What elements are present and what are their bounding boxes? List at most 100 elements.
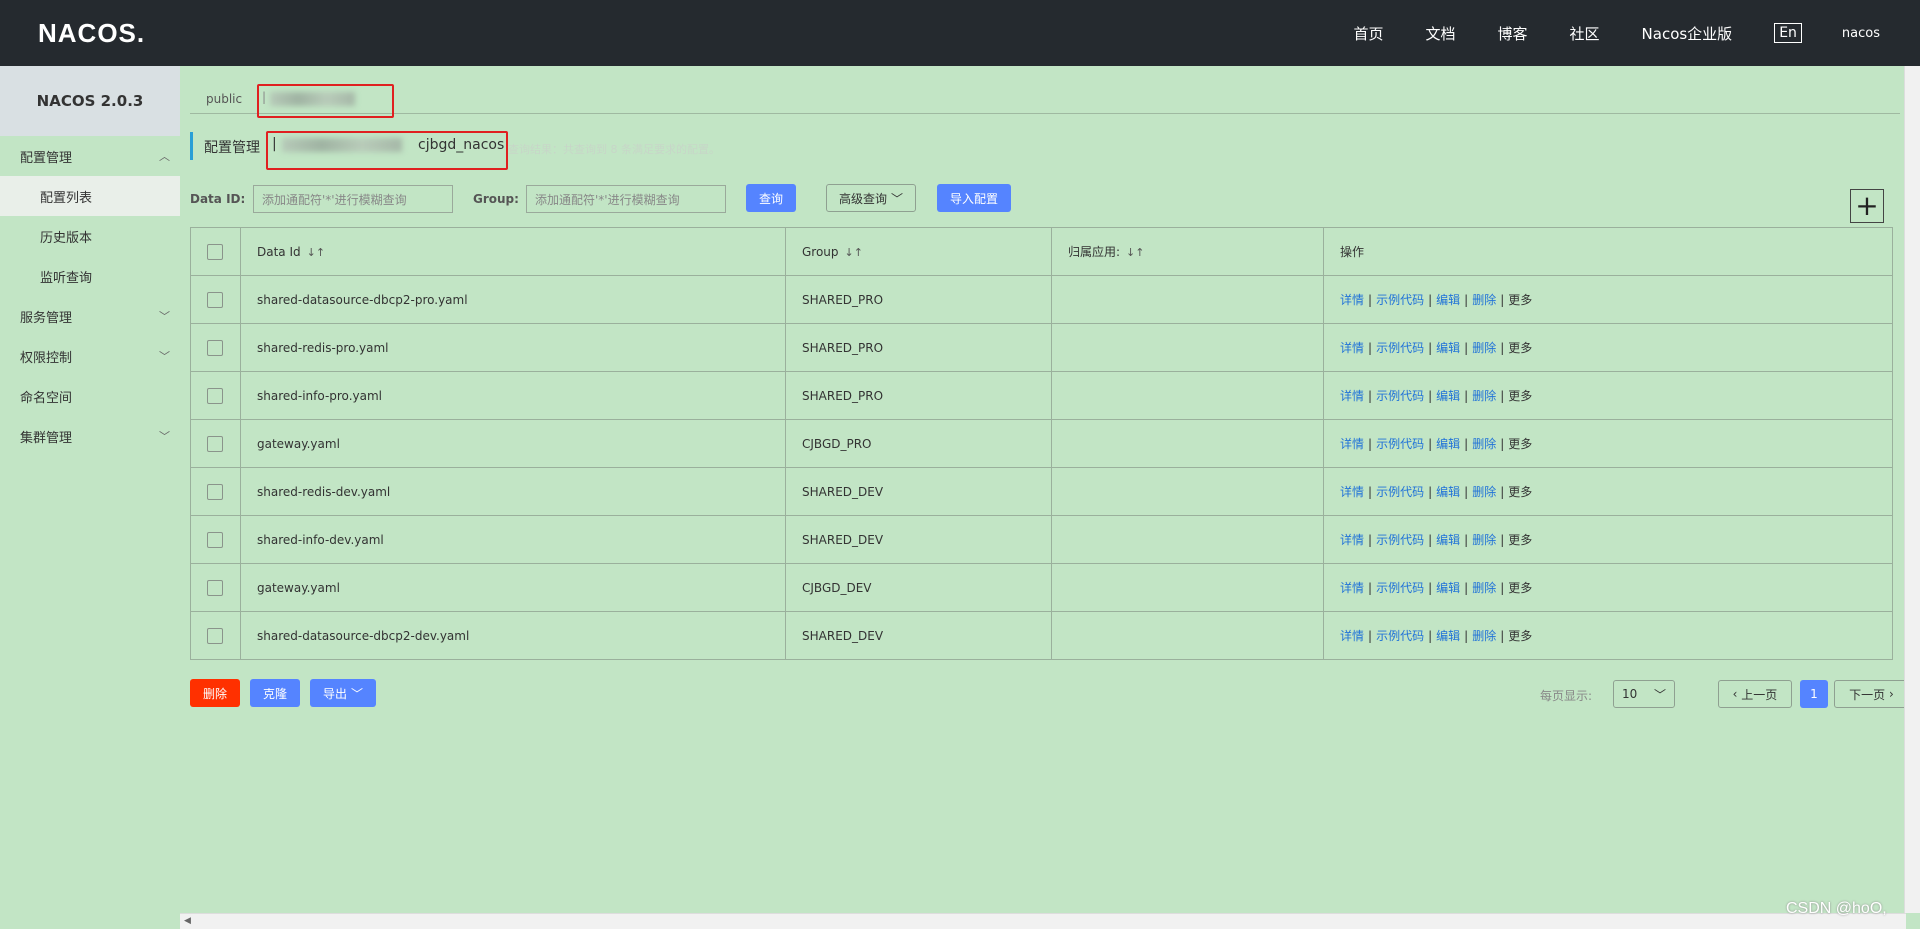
col-group[interactable]: Group ↓↑ [785,227,1052,276]
detail-link[interactable]: 详情 [1340,581,1364,595]
more-link[interactable]: 更多 [1508,389,1532,403]
horizontal-scrollbar[interactable]: ◀ [180,913,1906,929]
nav-home[interactable]: 首页 [1353,23,1383,44]
edit-link[interactable]: 编辑 [1436,485,1460,499]
more-link[interactable]: 更多 [1508,581,1532,595]
cell-app [1051,371,1324,420]
cell-app [1051,323,1324,372]
query-button[interactable]: 查询 [746,184,796,212]
more-link[interactable]: 更多 [1508,293,1532,307]
row-checkbox[interactable] [207,339,223,356]
row-checkbox[interactable] [207,483,223,500]
more-link[interactable]: 更多 [1508,533,1532,547]
op-separator: | [1428,581,1433,595]
more-link[interactable]: 更多 [1508,629,1532,643]
cell-group: SHARED_DEV [785,467,1052,516]
detail-link[interactable]: 详情 [1340,485,1364,499]
sidebar-item-config-list[interactable]: 配置列表 [0,176,180,216]
sample-code-link[interactable]: 示例代码 [1376,389,1424,403]
more-link[interactable]: 更多 [1508,485,1532,499]
delete-link[interactable]: 删除 [1472,293,1496,307]
delete-button[interactable]: 删除 [190,679,240,707]
add-config-button[interactable]: + [1850,189,1884,223]
scroll-left-icon[interactable]: ◀ [184,916,191,926]
row-checkbox[interactable] [207,531,223,548]
nav-docs[interactable]: 文档 [1425,23,1455,44]
clone-button[interactable]: 克隆 [250,679,300,707]
language-toggle[interactable]: En [1774,23,1802,43]
edit-link[interactable]: 编辑 [1436,341,1460,355]
cell-group: SHARED_PRO [785,275,1052,324]
delete-link[interactable]: 删除 [1472,437,1496,451]
col-app[interactable]: 归属应用: ↓↑ [1051,227,1324,276]
sidebar-group-config[interactable]: 配置管理 ︿ [0,136,180,176]
vertical-scrollbar[interactable] [1904,66,1920,913]
select-all-checkbox[interactable] [207,243,223,260]
user-name[interactable]: nacos [1842,26,1880,41]
page-size-select[interactable]: 10 ﹀ [1613,680,1675,708]
edit-link[interactable]: 编辑 [1436,437,1460,451]
sort-icon[interactable]: ↓↑ [1126,246,1144,259]
prev-page-button[interactable]: ‹ 上一页 [1718,680,1792,708]
edit-link[interactable]: 编辑 [1436,533,1460,547]
delete-link[interactable]: 删除 [1472,389,1496,403]
sample-code-link[interactable]: 示例代码 [1376,581,1424,595]
import-config-button[interactable]: 导入配置 [937,184,1011,212]
sort-icon[interactable]: ↓↑ [845,246,863,259]
next-page-button[interactable]: 下一页 › [1834,680,1909,708]
edit-link[interactable]: 编辑 [1436,581,1460,595]
chevron-right-icon: › [1885,687,1894,701]
sidebar-group-auth[interactable]: 权限控制 ﹀ [0,336,180,376]
sample-code-link[interactable]: 示例代码 [1376,485,1424,499]
export-button[interactable]: 导出 ﹀ [310,679,376,707]
sample-code-link[interactable]: 示例代码 [1376,629,1424,643]
op-separator: | [1428,629,1433,643]
sidebar-group-namespace[interactable]: 命名空间 [0,376,180,416]
row-checkbox[interactable] [207,291,223,308]
op-separator: | [1428,341,1433,355]
highlight-box [257,84,394,118]
detail-link[interactable]: 详情 [1340,629,1364,643]
nav-blog[interactable]: 博客 [1498,23,1528,44]
sample-code-link[interactable]: 示例代码 [1376,293,1424,307]
delete-link[interactable]: 删除 [1472,581,1496,595]
table-row: gateway.yaml CJBGD_DEV 详情 | 示例代码 | 编辑 | 删除 | 更多 [190,563,1893,612]
delete-link[interactable]: 删除 [1472,629,1496,643]
row-checkbox[interactable] [207,387,223,404]
table-row: shared-datasource-dbcp2-pro.yaml SHARED_P… [190,275,1893,324]
detail-link[interactable]: 详情 [1340,389,1364,403]
sample-code-link[interactable]: 示例代码 [1376,437,1424,451]
page-number-current[interactable]: 1 [1800,680,1828,708]
edit-link[interactable]: 编辑 [1436,389,1460,403]
namespace-public[interactable]: public [206,92,242,106]
sample-code-link[interactable]: 示例代码 [1376,533,1424,547]
detail-link[interactable]: 详情 [1340,437,1364,451]
row-checkbox[interactable] [207,579,223,596]
row-checkbox[interactable] [207,627,223,644]
detail-link[interactable]: 详情 [1340,293,1364,307]
delete-link[interactable]: 删除 [1472,485,1496,499]
edit-link[interactable]: 编辑 [1436,293,1460,307]
advanced-query-button[interactable]: 高级查询 ﹀ [826,184,916,212]
sort-icon[interactable]: ↓↑ [307,246,325,259]
col-app-label: 归属应用: [1068,245,1121,259]
sidebar-group-service[interactable]: 服务管理 ﹀ [0,296,180,336]
sidebar-item-history[interactable]: 历史版本 [0,216,180,256]
more-link[interactable]: 更多 [1508,341,1532,355]
detail-link[interactable]: 详情 [1340,533,1364,547]
nav-enterprise[interactable]: Nacos企业版 [1642,23,1733,44]
more-link[interactable]: 更多 [1508,437,1532,451]
row-checkbox[interactable] [207,435,223,452]
sidebar-group-cluster[interactable]: 集群管理 ﹀ [0,416,180,456]
nacos-logo[interactable]: NACOS. [38,18,145,49]
nav-community[interactable]: 社区 [1570,23,1600,44]
delete-link[interactable]: 删除 [1472,341,1496,355]
delete-link[interactable]: 删除 [1472,533,1496,547]
sample-code-link[interactable]: 示例代码 [1376,341,1424,355]
group-input[interactable]: 添加通配符'*'进行模糊查询 [526,185,726,213]
detail-link[interactable]: 详情 [1340,341,1364,355]
sidebar-item-listener[interactable]: 监听查询 [0,256,180,296]
col-data-id[interactable]: Data Id ↓↑ [240,227,786,276]
data-id-input[interactable]: 添加通配符'*'进行模糊查询 [253,185,453,213]
edit-link[interactable]: 编辑 [1436,629,1460,643]
